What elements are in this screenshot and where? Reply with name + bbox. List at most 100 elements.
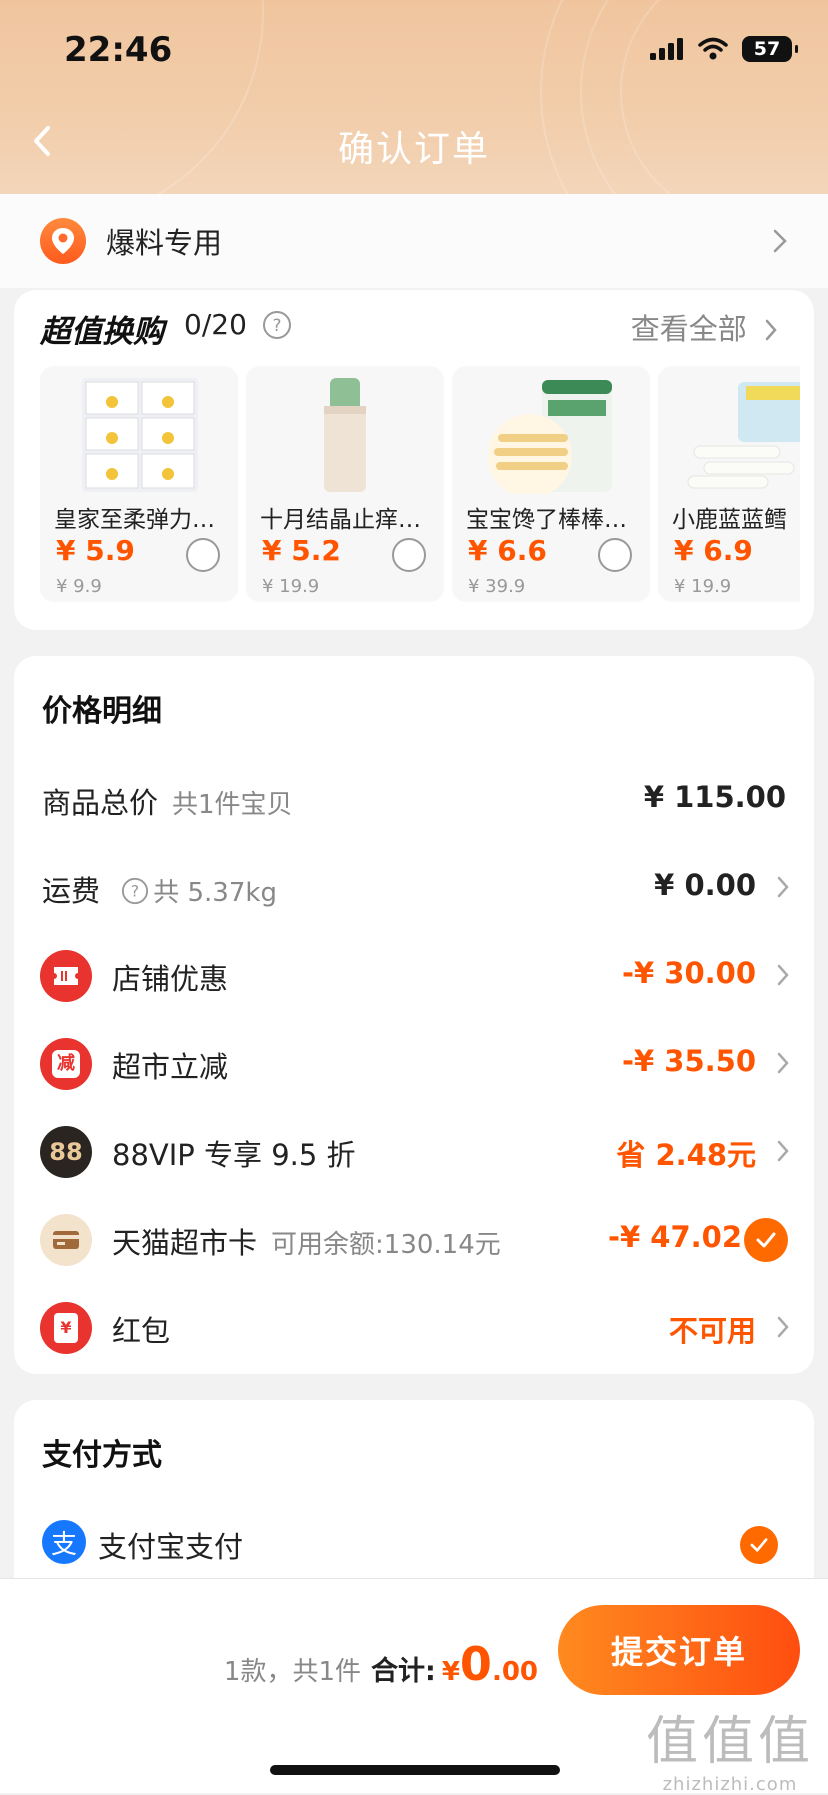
home-indicator (270, 1765, 560, 1775)
product-original-price: ¥ 19.9 (262, 576, 320, 597)
chevron-right-icon (777, 964, 789, 986)
header: 22:46 57 确认订单 (0, 0, 828, 194)
vip88-icon: 88 (40, 1126, 92, 1178)
total-currency: ¥ (441, 1657, 460, 1687)
payment-method-label: 支付宝支付 (98, 1530, 244, 1564)
svg-text:?: ? (131, 882, 139, 901)
product-name: 十月结晶止痒… (260, 507, 421, 533)
checkmark-icon[interactable] (744, 1218, 788, 1262)
product-select-radio[interactable] (186, 538, 220, 572)
row-value: 省 2.48元 (616, 1138, 756, 1172)
product-name: 小鹿蓝蓝鳕 (672, 507, 787, 533)
price-row-subtotal: 商品总价 共1件宝贝 ¥ 115.00 (14, 770, 814, 830)
product-select-radio[interactable] (392, 538, 426, 572)
row-label: 超市立减 (112, 1050, 229, 1084)
price-row-supermarket-card[interactable]: 天猫超市卡 可用余额:130.14元 -¥ 47.02 (14, 1210, 814, 1270)
product-card[interactable]: 宝宝馋了棒棒… ¥ 6.6 ¥ 39.9 (452, 366, 650, 602)
total-amount: 0 (459, 1637, 492, 1691)
status-time: 22:46 (64, 30, 173, 70)
product-original-price: ¥ 19.9 (674, 576, 732, 597)
snack-can-image (488, 380, 612, 494)
reduction-icon-text: 减 (52, 1050, 80, 1078)
price-details-title: 价格明细 (42, 694, 162, 729)
reduction-icon: 减 (40, 1038, 92, 1090)
chevron-right-icon (777, 1052, 789, 1074)
price-row-red-packet[interactable]: ¥ 红包 不可用 (14, 1298, 814, 1358)
product-card[interactable]: 十月结晶止痒… ¥ 5.2 ¥ 19.9 (246, 366, 444, 602)
price-row-market-reduction[interactable]: 减 超市立减 -¥ 35.50 (14, 1034, 814, 1094)
row-label: 运费 ? 共 5.37kg (42, 868, 277, 910)
balm-stick-image (324, 378, 366, 492)
exchange-title: 超值换购 (40, 314, 164, 350)
svg-text:?: ? (272, 316, 281, 336)
total-decimal: .00 (491, 1657, 538, 1687)
status-icons: 57 (650, 36, 798, 62)
view-all-link[interactable]: 查看全部 (631, 306, 778, 348)
tissue-pack-image (82, 378, 198, 492)
price-row-store-discount[interactable]: 店铺优惠 -¥ 30.00 (14, 946, 814, 1006)
chevron-right-icon (777, 1140, 789, 1162)
watermark: 值值值 zhizhizhi.com (646, 1699, 814, 1795)
price-row-shipping[interactable]: 运费 ? 共 5.37kg ¥ 0.00 (14, 858, 814, 918)
product-card[interactable]: 皇家至柔弹力… ¥ 5.9 ¥ 9.9 (40, 366, 238, 602)
product-price: ¥ 6.6 (468, 534, 547, 567)
row-label: 88VIP 专享 9.5 折 (112, 1138, 356, 1172)
row-label: 天猫超市卡 可用余额:130.14元 (112, 1220, 501, 1262)
submit-order-button[interactable]: 提交订单 (558, 1605, 800, 1695)
coupon-icon (40, 950, 92, 1002)
row-sub: 共1件宝贝 (172, 790, 293, 820)
total-label: 合计: (371, 1656, 436, 1687)
cheese-stick-image (687, 382, 800, 489)
row-value: ¥ 115.00 (643, 780, 786, 814)
row-value: -¥ 35.50 (621, 1044, 756, 1078)
location-pin-icon (40, 218, 86, 264)
help-icon[interactable]: ? (262, 310, 292, 340)
row-value: -¥ 47.02 (607, 1220, 742, 1254)
red-packet-icon: ¥ (40, 1302, 92, 1354)
card-icon (40, 1214, 92, 1266)
payment-option-alipay[interactable]: 支 支付宝支付 (14, 1514, 814, 1574)
product-carousel[interactable]: 皇家至柔弹力… ¥ 5.9 ¥ 9.9 十月结晶止痒… ¥ 5.2 ¥ 19.9 (40, 366, 800, 606)
product-original-price: ¥ 39.9 (468, 576, 526, 597)
row-label: 红包 (112, 1314, 171, 1348)
product-original-price: ¥ 9.9 (56, 576, 102, 597)
chevron-right-icon (777, 876, 789, 898)
bottom-bar: 1款，共1件 合计: ¥ 0 .00 提交订单 值值值 zhizhizhi.co… (0, 1578, 828, 1795)
row-label-text: 商品总价 (42, 786, 159, 820)
address-row[interactable]: 爆料专用 (0, 194, 828, 288)
alipay-icon: 支 (42, 1520, 86, 1564)
view-all-label: 查看全部 (630, 312, 747, 346)
row-label: 商品总价 共1件宝贝 (42, 780, 293, 822)
product-card[interactable]: 小鹿蓝蓝鳕 ¥ 6.9 ¥ 19.9 (658, 366, 800, 602)
help-icon[interactable]: ? (121, 877, 149, 905)
address-label: 爆料专用 (106, 226, 223, 260)
vip88-icon-text: 88 (49, 1138, 83, 1166)
product-price: ¥ 5.9 (56, 534, 135, 567)
price-row-88vip[interactable]: 88 88VIP 专享 9.5 折 省 2.48元 (14, 1122, 814, 1182)
price-details-card: 价格明细 商品总价 共1件宝贝 ¥ 115.00 运费 ? 共 5.37kg ¥ … (14, 656, 814, 1374)
item-count: 1款，共1件 (223, 1657, 362, 1687)
page-title: 确认订单 (337, 129, 490, 170)
row-sub: 可用余额:130.14元 (271, 1230, 501, 1260)
row-value: -¥ 30.00 (621, 956, 756, 990)
checkmark-icon[interactable] (740, 1526, 778, 1564)
row-value: 不可用 (668, 1314, 756, 1348)
product-price: ¥ 5.2 (262, 534, 341, 567)
row-label-text: 运费 (42, 874, 101, 908)
chevron-right-icon (773, 229, 787, 253)
product-price: ¥ 6.9 (674, 534, 753, 567)
wifi-icon (698, 37, 728, 60)
product-select-radio[interactable] (598, 538, 632, 572)
exchange-count: 0/20 (184, 308, 247, 341)
order-summary: 1款，共1件 合计: ¥ 0 .00 (224, 1637, 538, 1691)
row-value: ¥ 0.00 (654, 868, 756, 902)
product-name: 宝宝馋了棒棒… (466, 507, 627, 533)
exchange-card: 超值换购 0/20 ? 查看全部 皇家至柔弹力… ¥ 5.9 ¥ 9.9 十月结… (14, 290, 814, 630)
chevron-right-icon (777, 1316, 789, 1338)
battery-icon: 57 (742, 36, 798, 62)
product-name: 皇家至柔弹力… (54, 507, 215, 533)
payment-title: 支付方式 (42, 1438, 162, 1473)
signal-icon (650, 38, 683, 60)
watermark-logo: 值值值 (645, 1712, 814, 1772)
row-label-text: 天猫超市卡 (112, 1226, 258, 1260)
